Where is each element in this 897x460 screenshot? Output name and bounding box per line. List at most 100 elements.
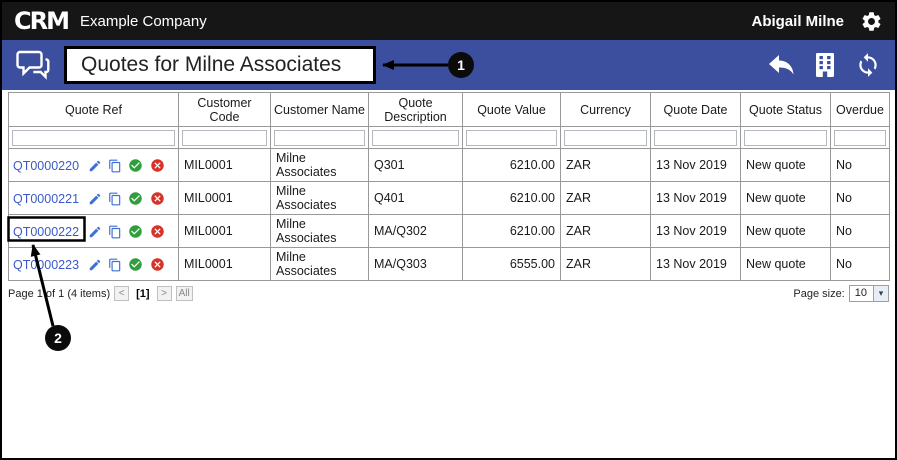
chat-icon[interactable] (16, 50, 50, 80)
quote-status-cell: New quote (740, 214, 831, 248)
column-header[interactable]: Quote Value (462, 92, 561, 127)
reject-icon[interactable] (150, 191, 165, 206)
customer-name-cell: Milne Associates (270, 247, 369, 281)
filter-input[interactable] (274, 129, 365, 146)
filter-cell (650, 126, 741, 149)
quote-date-cell: 13 Nov 2019 (650, 148, 741, 182)
filter-input[interactable] (744, 129, 827, 146)
filter-input[interactable] (654, 129, 737, 146)
edit-icon[interactable] (88, 192, 102, 206)
copy-icon[interactable] (108, 258, 122, 272)
quote-ref-link[interactable]: QT0000220 (13, 159, 79, 173)
customer-code-cell: MIL0001 (178, 181, 271, 215)
quote-status-cell: New quote (740, 181, 831, 215)
quote-value-cell: 6210.00 (462, 181, 561, 215)
filter-cell (560, 126, 651, 149)
pager-info: Page 1 of 1 (4 items) (8, 287, 111, 300)
reject-icon[interactable] (150, 224, 165, 239)
currency-cell: ZAR (560, 247, 651, 281)
page-size-select[interactable]: 10 ▾ (848, 285, 889, 302)
pager-next-button[interactable]: > (156, 286, 172, 301)
reject-icon[interactable] (150, 257, 165, 272)
copy-icon[interactable] (108, 159, 122, 173)
company-name: Example Company (79, 12, 207, 30)
page-size-value: 10 (854, 287, 867, 299)
quote-status-cell: New quote (740, 148, 831, 182)
overdue-cell: No (830, 214, 890, 248)
filter-cell (270, 126, 369, 149)
company-building-icon[interactable] (813, 52, 837, 78)
filter-cell (368, 126, 463, 149)
accept-icon[interactable] (128, 158, 143, 173)
customer-code-cell: MIL0001 (178, 214, 271, 248)
user-name: Abigail Milne (751, 12, 844, 30)
filter-input[interactable] (372, 129, 459, 146)
column-header[interactable]: Quote Description (368, 92, 463, 127)
table-row: QT0000222 MIL0001 Milne Associates MA/Q3… (8, 214, 890, 248)
quote-value-cell: 6210.00 (462, 148, 561, 182)
quote-ref-cell: QT0000220 (8, 148, 179, 182)
filter-cell (8, 126, 179, 149)
toolbar-actions (767, 52, 881, 78)
overdue-cell: No (830, 247, 890, 281)
toolbar: Quotes for Milne Associates (2, 40, 895, 90)
reject-icon[interactable] (150, 158, 165, 173)
filter-input[interactable] (12, 129, 175, 146)
quote-description-cell: MA/Q302 (368, 214, 463, 248)
customer-name-cell: Milne Associates (270, 148, 369, 182)
pager-current-page: [1] (136, 287, 150, 300)
filter-input[interactable] (466, 129, 557, 146)
filter-input[interactable] (182, 129, 267, 146)
quote-ref-cell: QT0000221 (8, 181, 179, 215)
accept-icon[interactable] (128, 191, 143, 206)
filter-row (8, 126, 890, 149)
filter-cell (178, 126, 271, 149)
edit-icon[interactable] (88, 159, 102, 173)
quote-ref-link[interactable]: QT0000223 (13, 258, 79, 272)
accept-icon[interactable] (128, 224, 143, 239)
accept-icon[interactable] (128, 257, 143, 272)
copy-icon[interactable] (108, 192, 122, 206)
copy-icon[interactable] (108, 225, 122, 239)
quote-value-cell: 6555.00 (462, 247, 561, 281)
edit-icon[interactable] (88, 225, 102, 239)
filter-cell (830, 126, 890, 149)
quote-ref-link[interactable]: QT0000222 (13, 225, 79, 239)
table-row: QT0000220 MIL0001 Milne Associates Q301 … (8, 148, 890, 182)
column-header[interactable]: Customer Code (178, 92, 271, 127)
quote-status-cell: New quote (740, 247, 831, 281)
dropdown-arrow-icon: ▾ (873, 286, 888, 301)
page-size-label: Page size: (793, 287, 845, 300)
filter-cell (740, 126, 831, 149)
pager: Page 1 of 1 (4 items) < [1] > All Page s… (8, 285, 889, 302)
pager-prev-button[interactable]: < (114, 286, 130, 301)
table-row: QT0000221 MIL0001 Milne Associates Q401 … (8, 181, 890, 215)
quote-date-cell: 13 Nov 2019 (650, 247, 741, 281)
quote-ref-cell: QT0000223 (8, 247, 179, 281)
pager-all-button[interactable]: All (175, 286, 193, 301)
settings-gear-icon[interactable] (860, 10, 883, 33)
filter-input[interactable] (834, 129, 886, 146)
quote-date-cell: 13 Nov 2019 (650, 181, 741, 215)
column-header[interactable]: Customer Name (270, 92, 369, 127)
filter-cell (462, 126, 561, 149)
customer-code-cell: MIL0001 (178, 247, 271, 281)
annotation-badge-2-label: 2 (54, 330, 62, 346)
currency-cell: ZAR (560, 148, 651, 182)
column-header[interactable]: Currency (560, 92, 651, 127)
overdue-cell: No (830, 148, 890, 182)
column-header[interactable]: Quote Status (740, 92, 831, 127)
filter-input[interactable] (564, 129, 647, 146)
quote-value-cell: 6210.00 (462, 214, 561, 248)
edit-icon[interactable] (88, 258, 102, 272)
quote-description-cell: Q401 (368, 181, 463, 215)
annotation-badge-2 (45, 325, 71, 351)
currency-cell: ZAR (560, 181, 651, 215)
back-icon[interactable] (767, 53, 795, 77)
refresh-icon[interactable] (855, 52, 881, 78)
customer-code-cell: MIL0001 (178, 148, 271, 182)
quote-ref-link[interactable]: QT0000221 (13, 192, 79, 206)
column-header[interactable]: Quote Date (650, 92, 741, 127)
column-header[interactable]: Overdue (830, 92, 890, 127)
column-header[interactable]: Quote Ref (8, 92, 179, 127)
